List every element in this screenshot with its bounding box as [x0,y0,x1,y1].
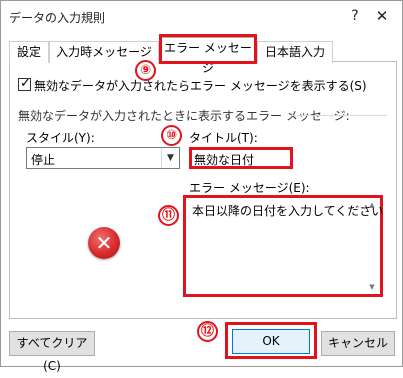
error-stop-icon: ✕ [88,227,120,259]
window-title: データの入力規則 [9,11,106,25]
style-select[interactable]: 停止 ▼ [26,147,180,169]
step-marker-10: ⑩ [161,125,182,146]
title-input[interactable]: 無効な日付 [189,147,293,169]
close-icon[interactable]: ✕ [371,6,393,26]
chevron-down-icon[interactable]: ▼ [161,148,179,168]
scroll-up-icon[interactable]: ▲ [366,200,378,210]
title-label: タイトル(T): [189,131,258,145]
title-bar: データの入力規則 ? ✕ [1,1,402,31]
error-message-text: 本日以降の日付を入力してください [192,204,384,218]
tab-ime[interactable]: 日本語入力 [257,41,333,63]
step-marker-12: ⑫ [197,321,218,342]
ok-button[interactable]: OK [232,329,310,354]
check-icon: ✓ [20,76,31,91]
textarea-scrollbar[interactable]: ▲ ▼ [366,200,378,292]
tab-error-message[interactable]: エラー メッセージ [159,37,257,75]
show-error-label: 無効なデータが入力されたらエラー メッセージを表示する(S) [34,79,367,93]
style-select-value: 停止 [31,153,56,167]
step-marker-11: ⑪ [158,205,179,226]
title-input-value: 無効な日付 [194,153,255,167]
error-message-textarea[interactable]: 本日以降の日付を入力してください ▲ ▼ [183,195,383,297]
data-validation-dialog: データの入力規則 ? ✕ 設定 入力時メッセージ エラー メッセージ 日本語入力… [0,0,403,373]
error-message-label: エラー メッセージ(E): [189,181,310,195]
tab-settings[interactable]: 設定 [9,41,49,63]
group-divider [291,115,387,116]
scroll-down-icon[interactable]: ▼ [366,282,378,292]
cancel-button[interactable]: キャンセル [321,331,395,356]
clear-all-button[interactable]: すべてクリア(C) [9,331,95,373]
help-icon[interactable]: ? [345,6,365,26]
style-label: スタイル(Y): [26,131,95,145]
step-marker-9: ⑨ [135,60,156,81]
show-error-checkbox[interactable]: ✓ [18,76,31,91]
tab-strip: 設定 入力時メッセージ エラー メッセージ 日本語入力 [9,37,397,75]
